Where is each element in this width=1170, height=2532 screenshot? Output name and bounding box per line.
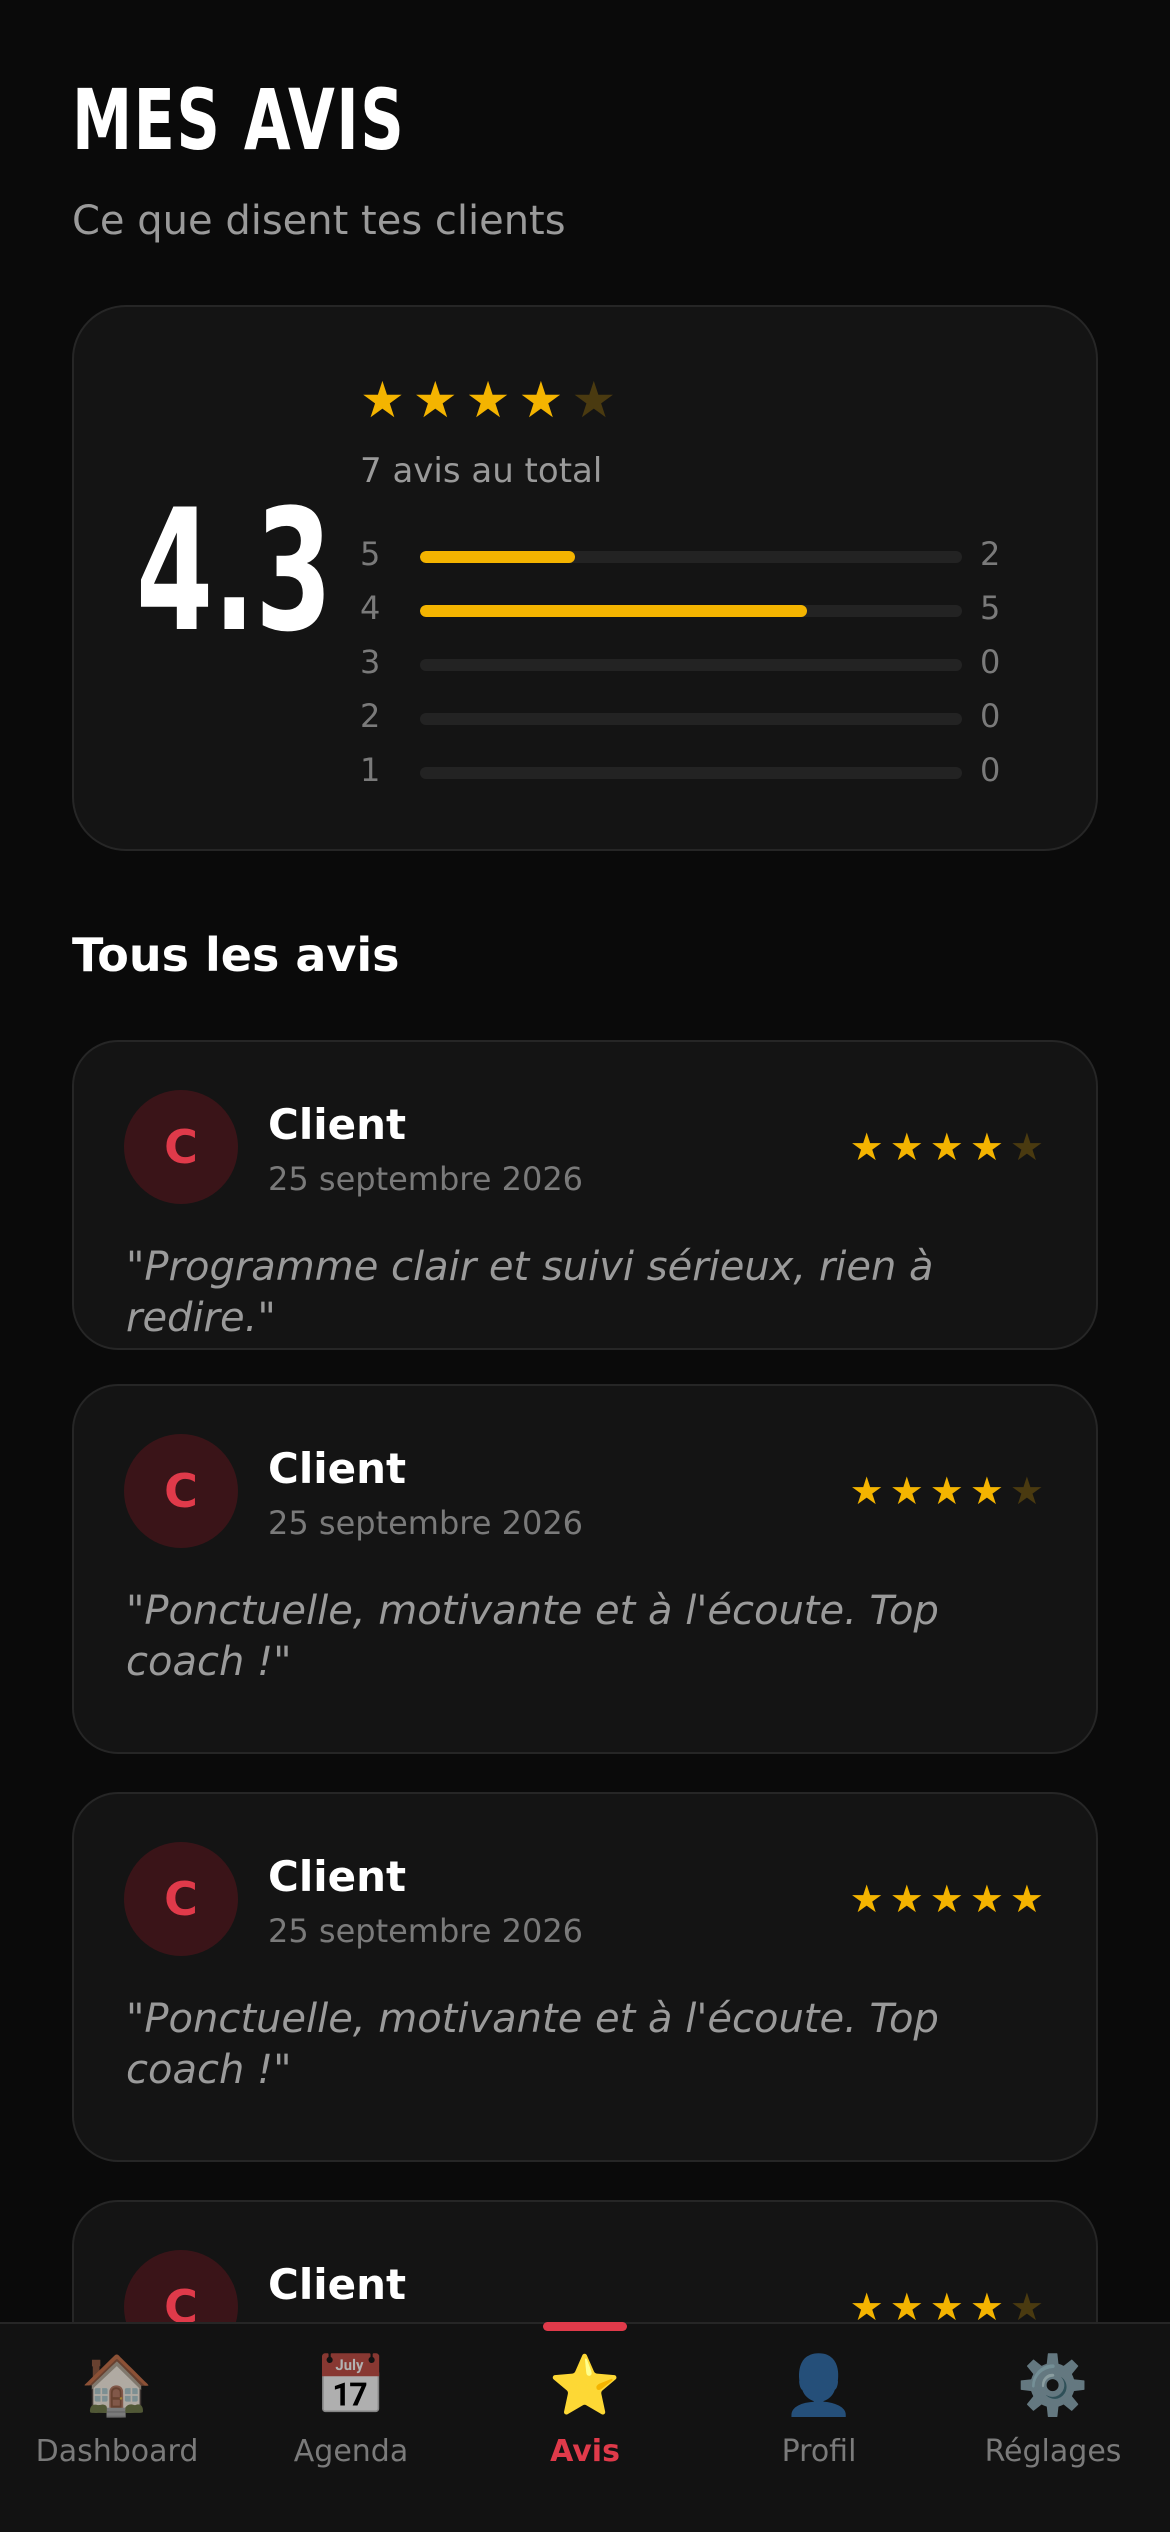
distribution-count: 2 bbox=[980, 535, 1001, 573]
star-icon: ★ bbox=[889, 1125, 924, 1169]
star-icon: ★ bbox=[571, 371, 617, 429]
review-date: 25 septembre 2026 bbox=[268, 1160, 584, 1198]
star-icon: ★ bbox=[929, 1877, 964, 1921]
distribution-star-label: 5 bbox=[360, 535, 381, 573]
review-card[interactable]: C Client 25 septembre 2026 ★ ★ ★ ★ ★ "Programme … bbox=[72, 1040, 1098, 1350]
section-title: Tous les avis bbox=[72, 928, 400, 982]
review-card[interactable]: C Client 25 septembre 2026 ★ ★ ★ ★ ★ "Ponctuelle… bbox=[72, 1792, 1098, 2162]
page-title: MES AVIS bbox=[72, 71, 406, 169]
distribution-star-label: 3 bbox=[360, 643, 381, 681]
distribution-count: 0 bbox=[980, 751, 1001, 789]
review-date: 25 septembre 2026 bbox=[268, 1504, 584, 1542]
total-reviews-count: 7 avis au total bbox=[360, 451, 603, 491]
star-icon: ★ bbox=[1009, 1877, 1044, 1921]
nav-label: Réglages bbox=[984, 2434, 1122, 2469]
house-icon: 🏠 bbox=[80, 2351, 154, 2419]
star-icon: ★ bbox=[889, 1877, 924, 1921]
nav-label: Dashboard bbox=[35, 2434, 199, 2469]
star-icon: ★ bbox=[889, 1469, 924, 1513]
star-icon: ★ bbox=[929, 1469, 964, 1513]
distribution-row: 30 bbox=[360, 635, 1020, 689]
bottom-nav: 🏠 Dashboard 📅 Agenda ⭐ Avis 👤 Profil ⚙️ Réglages bbox=[0, 2322, 1170, 2532]
distribution-row: 52 bbox=[360, 527, 1020, 581]
star-icon: ★ bbox=[929, 2285, 964, 2329]
distribution-bar bbox=[420, 713, 962, 725]
review-text: "Ponctuelle, motivante et à l'écoute. To… bbox=[126, 1996, 939, 2094]
star-icon: ★ bbox=[969, 1469, 1004, 1513]
average-score: 4.3 bbox=[136, 473, 333, 669]
rating-distribution: 5245302010 bbox=[360, 527, 1020, 797]
distribution-row: 10 bbox=[360, 743, 1020, 797]
star-icon: ★ bbox=[969, 1877, 1004, 1921]
star-icon: ★ bbox=[849, 1469, 884, 1513]
star-icon: ★ bbox=[1009, 1125, 1044, 1169]
nav-item-profil[interactable]: 👤 Profil bbox=[702, 2324, 936, 2532]
reviewer-name: Client bbox=[268, 1444, 407, 1493]
review-text: "Ponctuelle, motivante et à l'écoute. To… bbox=[126, 1588, 939, 1686]
star-icon: ★ bbox=[849, 1877, 884, 1921]
nav-item-dashboard[interactable]: 🏠 Dashboard bbox=[0, 2324, 234, 2532]
review-rating-stars: ★ ★ ★ ★ ★ bbox=[850, 1472, 1044, 1510]
star-icon: ★ bbox=[1009, 2285, 1044, 2329]
distribution-bar bbox=[420, 767, 962, 779]
star-icon: ★ bbox=[518, 371, 564, 429]
review-rating-stars: ★ ★ ★ ★ ★ bbox=[850, 1880, 1044, 1918]
star-icon: ★ bbox=[1009, 1469, 1044, 1513]
star-icon: ★ bbox=[849, 2285, 884, 2329]
distribution-bar bbox=[420, 551, 962, 563]
summary-stars: ★ ★ ★ ★ ★ bbox=[360, 375, 616, 425]
gear-icon: ⚙️ bbox=[1016, 2351, 1090, 2419]
calendar-icon: 📅 bbox=[314, 2351, 388, 2419]
star-icon: ⭐ bbox=[548, 2351, 622, 2419]
avatar: C bbox=[124, 1434, 238, 1548]
star-icon: ★ bbox=[929, 1125, 964, 1169]
distribution-star-label: 2 bbox=[360, 697, 381, 735]
nav-label: Agenda bbox=[293, 2434, 409, 2469]
reviewer-name: Client bbox=[268, 1852, 407, 1901]
star-icon: ★ bbox=[969, 2285, 1004, 2329]
distribution-star-label: 4 bbox=[360, 589, 381, 627]
nav-label: Avis bbox=[550, 2434, 620, 2469]
star-icon: ★ bbox=[465, 371, 511, 429]
nav-item-avis[interactable]: ⭐ Avis bbox=[468, 2322, 702, 2532]
star-icon: ★ bbox=[412, 371, 458, 429]
distribution-star-label: 1 bbox=[360, 751, 381, 789]
star-icon: ★ bbox=[849, 1125, 884, 1169]
distribution-row: 20 bbox=[360, 689, 1020, 743]
review-rating-stars: ★ ★ ★ ★ ★ bbox=[850, 2288, 1044, 2326]
distribution-bar bbox=[420, 659, 962, 671]
active-tab-indicator bbox=[543, 2322, 627, 2331]
review-card[interactable]: C Client 25 septembre 2026 ★ ★ ★ ★ ★ "Ponctuelle… bbox=[72, 1384, 1098, 1754]
star-icon: ★ bbox=[360, 371, 405, 429]
nav-item-réglages[interactable]: ⚙️ Réglages bbox=[936, 2324, 1170, 2532]
star-icon: ★ bbox=[969, 1125, 1004, 1169]
page-subtitle: Ce que disent tes clients bbox=[72, 198, 566, 244]
review-date: 25 septembre 2026 bbox=[268, 1912, 584, 1950]
user-icon: 👤 bbox=[782, 2351, 856, 2419]
distribution-bar-fill bbox=[420, 605, 807, 617]
review-rating-stars: ★ ★ ★ ★ ★ bbox=[850, 1128, 1044, 1166]
rating-summary-card: 4.3 ★ ★ ★ ★ ★ 7 avis au total 5245302010 bbox=[72, 305, 1098, 851]
distribution-count: 0 bbox=[980, 643, 1001, 681]
star-icon: ★ bbox=[889, 2285, 924, 2329]
avatar: C bbox=[124, 1090, 238, 1204]
distribution-row: 45 bbox=[360, 581, 1020, 635]
nav-item-agenda[interactable]: 📅 Agenda bbox=[234, 2324, 468, 2532]
distribution-bar-fill bbox=[420, 551, 575, 563]
review-text: "Programme clair et suivi sérieux, rien … bbox=[126, 1244, 934, 1342]
distribution-count: 5 bbox=[980, 589, 1001, 627]
distribution-bar bbox=[420, 605, 962, 617]
reviewer-name: Client bbox=[268, 2260, 407, 2309]
reviewer-name: Client bbox=[268, 1100, 407, 1149]
nav-label: Profil bbox=[781, 2434, 857, 2469]
distribution-count: 0 bbox=[980, 697, 1001, 735]
avatar: C bbox=[124, 1842, 238, 1956]
reviews-screen: MES AVIS Ce que disent tes clients 4.3 ★… bbox=[0, 0, 1170, 2532]
